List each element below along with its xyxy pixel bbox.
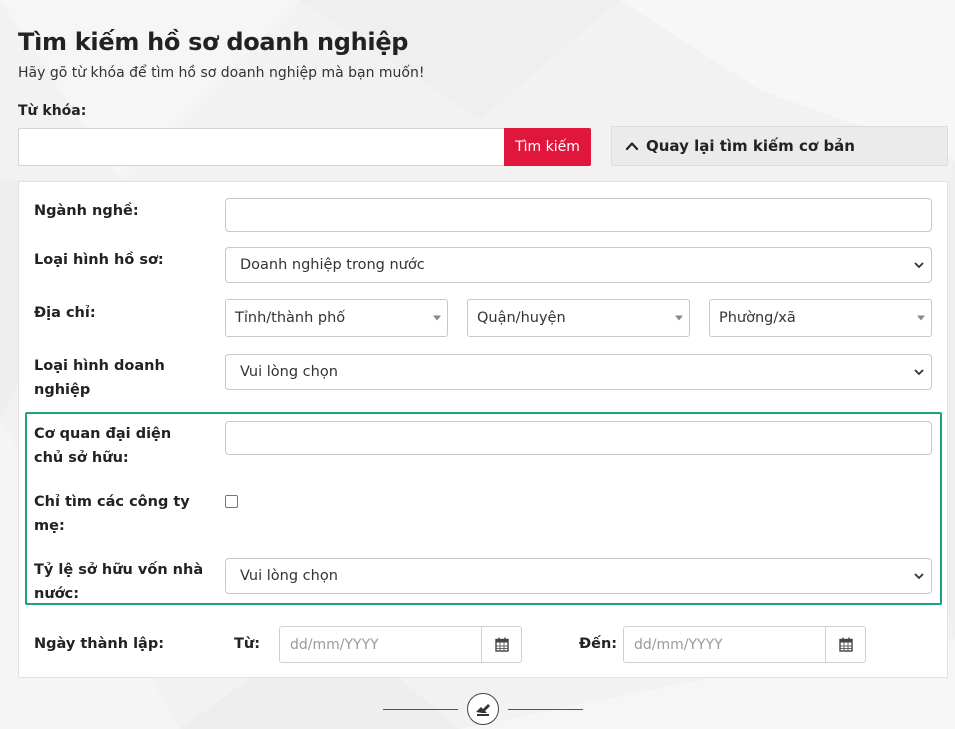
logo-icon bbox=[467, 693, 499, 725]
search-button[interactable]: Tìm kiếm bbox=[504, 128, 591, 166]
district-select[interactable]: Quận/huyện bbox=[467, 299, 690, 337]
to-label: Đến: bbox=[579, 636, 618, 652]
district-value: Quận/huyện bbox=[477, 310, 566, 326]
address-label: Địa chỉ: bbox=[34, 305, 96, 321]
keyword-input[interactable] bbox=[18, 128, 505, 166]
industry-label: Ngành nghề: bbox=[34, 203, 139, 219]
chevron-down-icon bbox=[914, 369, 924, 376]
from-label: Từ: bbox=[234, 636, 261, 652]
keyword-label: Từ khóa: bbox=[18, 103, 87, 119]
dropdown-arrow-icon bbox=[433, 315, 441, 321]
state-capital-value: Vui lòng chọn bbox=[240, 568, 338, 584]
founded-date-label: Ngày thành lập: bbox=[34, 636, 165, 652]
business-type-value: Vui lòng chọn bbox=[240, 364, 338, 380]
page-title: Tìm kiếm hồ sơ doanh nghiệp bbox=[18, 28, 409, 56]
calendar-icon[interactable] bbox=[481, 627, 521, 662]
state-capital-select[interactable]: Vui lòng chọn bbox=[225, 558, 932, 594]
state-capital-label: Tỷ lệ sở hữu vốn nhà nước: bbox=[34, 562, 204, 602]
to-date-input[interactable]: dd/mm/YYYY bbox=[623, 626, 866, 663]
chevron-down-icon bbox=[914, 573, 924, 580]
business-type-select[interactable]: Vui lòng chọn bbox=[225, 354, 932, 390]
back-button-label: Quay lại tìm kiếm cơ bản bbox=[646, 137, 855, 155]
province-select[interactable]: Tỉnh/thành phố bbox=[225, 299, 448, 337]
footer-divider-right bbox=[508, 709, 583, 710]
from-date-input[interactable]: dd/mm/YYYY bbox=[279, 626, 522, 663]
dropdown-arrow-icon bbox=[917, 315, 925, 321]
dropdown-arrow-icon bbox=[675, 315, 683, 321]
parent-only-label: Chỉ tìm các công ty mẹ: bbox=[34, 494, 190, 534]
to-date-placeholder: dd/mm/YYYY bbox=[634, 636, 723, 653]
back-to-basic-search-button[interactable]: Quay lại tìm kiếm cơ bản bbox=[611, 126, 948, 166]
page-subtitle: Hãy gõ từ khóa để tìm hồ sơ doanh nghiệp… bbox=[18, 65, 425, 81]
profile-type-label: Loại hình hồ sơ: bbox=[34, 252, 164, 268]
chevron-up-icon bbox=[625, 142, 639, 151]
owner-agency-label: Cơ quan đại diện chủ sở hữu: bbox=[34, 426, 172, 466]
chevron-down-icon bbox=[914, 262, 924, 269]
footer-divider-left bbox=[383, 709, 458, 710]
ward-value: Phường/xã bbox=[719, 310, 796, 326]
ward-select[interactable]: Phường/xã bbox=[709, 299, 932, 337]
profile-type-select[interactable]: Doanh nghiệp trong nước bbox=[225, 247, 932, 283]
parent-only-checkbox[interactable] bbox=[225, 495, 238, 508]
industry-input[interactable] bbox=[225, 198, 932, 232]
owner-agency-input[interactable] bbox=[225, 421, 932, 455]
calendar-icon[interactable] bbox=[825, 627, 865, 662]
from-date-placeholder: dd/mm/YYYY bbox=[290, 636, 379, 653]
province-value: Tỉnh/thành phố bbox=[235, 310, 346, 326]
business-type-label: Loại hình doanh nghiệp bbox=[34, 358, 165, 398]
profile-type-value: Doanh nghiệp trong nước bbox=[240, 257, 425, 273]
